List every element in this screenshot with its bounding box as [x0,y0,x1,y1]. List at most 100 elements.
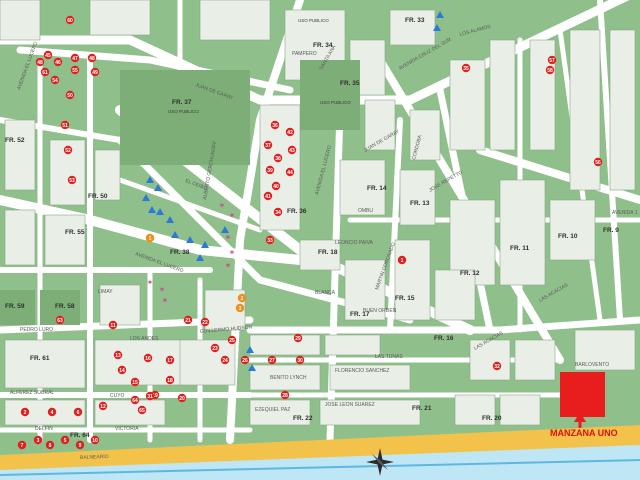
poi-marker[interactable]: 23 [210,343,220,353]
highlighted-lot[interactable] [560,372,605,417]
map-canvas[interactable]: 454647 4848495051525354553637383940414243… [0,0,640,480]
poi-marker[interactable]: 4 [47,407,57,417]
poi-marker[interactable]: 41 [263,191,273,201]
poi-marker[interactable]: 48 [35,57,45,67]
poi-marker-number: 34 [275,210,281,216]
poi-marker[interactable]: 27 [267,355,277,365]
poi-marker-number: 8 [49,443,52,449]
street-avenida-1: AVENIDA 1 [612,210,638,216]
poi-marker[interactable]: 63 [55,315,65,325]
star-icon[interactable]: ✶ [162,296,169,305]
poi-marker[interactable]: 61 [40,67,50,77]
poi-marker[interactable]: 43 [287,145,297,155]
poi-marker[interactable]: 51 [60,120,70,130]
block-fr14: FR. 14 [367,185,387,192]
poi-marker[interactable]: 16 [143,353,153,363]
poi-marker-number: 17 [167,358,173,364]
poi-marker-number: 51 [62,123,68,129]
poi-marker[interactable]: 29 [293,333,303,343]
star-icon[interactable]: ✶ [219,201,226,210]
poi-marker[interactable]: 22 [200,317,210,327]
poi-marker[interactable]: 38 [273,153,283,163]
poi-marker[interactable]: 54 [50,75,60,85]
poi-marker[interactable]: 26 [240,355,250,365]
poi-marker[interactable]: 3 [33,435,43,445]
poi-marker[interactable]: 3 [235,303,245,313]
poi-marker[interactable]: 17 [165,355,175,365]
star-icon[interactable]: ✶ [147,278,154,287]
poi-marker[interactable]: 25 [227,335,237,345]
poi-marker-number: 57 [549,58,555,64]
poi-marker[interactable]: 48 [87,53,97,63]
poi-marker[interactable]: 55 [70,65,80,75]
poi-marker-number: 29 [295,336,301,342]
poi-marker[interactable]: 60 [65,15,75,25]
poi-marker[interactable]: 2 [237,293,247,303]
poi-marker-number: 39 [267,168,273,174]
poi-marker[interactable]: 65 [137,405,147,415]
poi-marker[interactable]: 28 [280,390,290,400]
poi-marker[interactable]: 57 [547,55,557,65]
poi-marker-number: 32 [494,364,500,370]
poi-marker[interactable]: 46 [53,57,63,67]
poi-marker[interactable]: 52 [63,145,73,155]
street-victoria: VICTORIA [115,426,139,432]
poi-marker[interactable]: 39 [265,165,275,175]
poi-marker-number: 10 [92,438,98,444]
poi-marker[interactable]: 45 [43,50,53,60]
poi-marker[interactable]: 1 [145,233,155,243]
poi-marker-number: 65 [139,408,145,414]
poi-marker[interactable]: 2 [20,407,30,417]
poi-marker[interactable]: 36 [270,120,280,130]
poi-marker[interactable]: 20 [177,393,187,403]
poi-marker[interactable]: 47 [70,53,80,63]
poi-marker[interactable]: 6 [73,407,83,417]
poi-marker[interactable]: 9 [75,440,85,450]
poi-marker-number: 2 [241,296,244,302]
poi-marker[interactable]: 14 [117,365,127,375]
poi-marker[interactable]: 32 [492,361,502,371]
star-icon[interactable]: ✶ [229,211,236,220]
star-icon[interactable]: ✶ [225,261,232,270]
poi-marker[interactable]: 5 [60,435,70,445]
poi-marker-number: 20 [179,396,185,402]
poi-marker[interactable]: 34 [273,207,283,217]
street-pedro-luro: PEDRO LURO [20,327,53,333]
poi-marker-number: 26 [242,358,248,364]
poi-marker[interactable]: 50 [65,90,75,100]
star-icon[interactable]: ✶ [225,233,232,242]
poi-marker[interactable]: 58 [545,65,555,75]
poi-marker[interactable]: 10 [90,435,100,445]
poi-marker[interactable]: 31 [145,391,155,401]
poi-marker[interactable]: 18 [165,375,175,385]
block-fr18: FR. 18 [318,249,338,256]
poi-marker[interactable]: 12 [98,401,108,411]
block-fr37: FR. 37 [172,99,192,106]
poi-marker[interactable]: 13 [113,350,123,360]
poi-marker[interactable]: 44 [285,167,295,177]
poi-marker[interactable]: 8 [45,440,55,450]
city-map[interactable]: 45 46 47 48 48 49 50 51 52 53 54 55 36 37 38 39 40 41 42 43… [0,0,640,480]
poi-marker[interactable]: 7 [17,440,27,450]
poi-marker[interactable]: 33 [265,235,275,245]
poi-marker-number: 55 [72,68,78,74]
poi-marker[interactable]: 30 [295,355,305,365]
poi-marker[interactable]: 42 [285,127,295,137]
star-icon[interactable]: ✶ [229,248,236,257]
poi-marker-number: 18 [167,378,173,384]
poi-marker[interactable]: 53 [67,175,77,185]
poi-marker[interactable]: 35 [461,63,471,73]
star-icon[interactable]: ✶ [159,285,166,294]
block-fr17: FR. 17 [350,311,370,318]
poi-marker[interactable]: 49 [90,67,100,77]
poi-marker[interactable]: 40 [271,181,281,191]
poi-marker[interactable]: 1 [397,255,407,265]
poi-marker[interactable]: 64 [130,395,140,405]
poi-marker[interactable]: 24 [220,355,230,365]
poi-marker[interactable]: 37 [263,140,273,150]
poi-marker-number: 11 [110,323,116,329]
poi-marker[interactable]: 56 [593,157,603,167]
poi-marker[interactable]: 21 [183,315,193,325]
poi-marker[interactable]: 15 [130,377,140,387]
poi-marker[interactable]: 11 [108,320,118,330]
